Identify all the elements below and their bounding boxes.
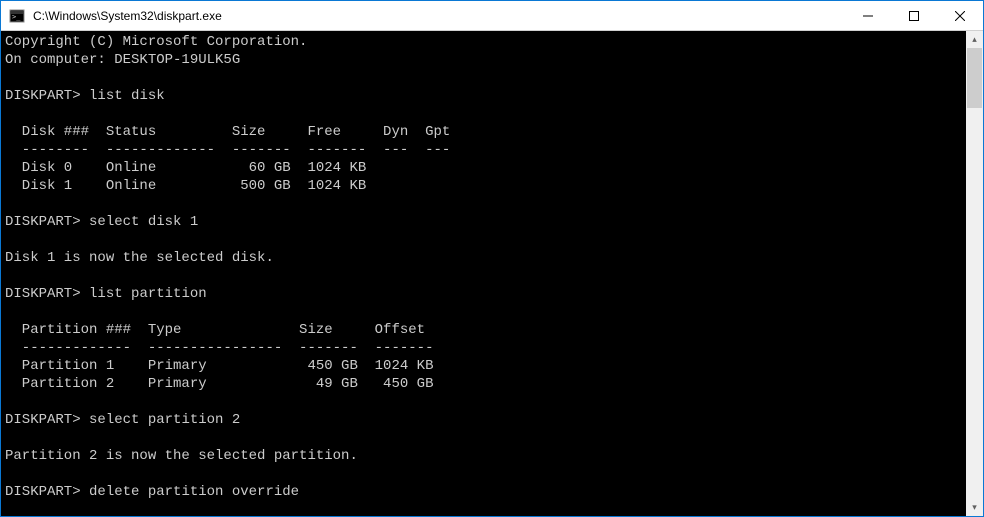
disk-table-divider: -------- ------------- ------- ------- -… bbox=[5, 142, 450, 158]
svg-text:>_: >_ bbox=[12, 13, 21, 21]
command-list-partition: list partition bbox=[89, 286, 207, 302]
window-title: C:\Windows\System32\diskpart.exe bbox=[31, 9, 845, 23]
msg-partition-selected: Partition 2 is now the selected partitio… bbox=[5, 448, 358, 464]
copyright-line: Copyright (C) Microsoft Corporation. bbox=[5, 34, 307, 50]
partition-table-row: Partition 1 Primary 450 GB 1024 KB bbox=[5, 358, 433, 374]
disk-table-row: Disk 1 Online 500 GB 1024 KB bbox=[5, 178, 366, 194]
command-delete-partition: delete partition override bbox=[89, 484, 299, 500]
window-controls bbox=[845, 1, 983, 30]
partition-table-divider: ------------- ---------------- ------- -… bbox=[5, 340, 433, 356]
command-select-disk: select disk 1 bbox=[89, 214, 198, 230]
scroll-up-arrow[interactable]: ▴ bbox=[966, 31, 983, 48]
command-select-partition: select partition 2 bbox=[89, 412, 240, 428]
prompt: DISKPART> bbox=[5, 412, 81, 428]
prompt: DISKPART> bbox=[5, 214, 81, 230]
scroll-down-arrow[interactable]: ▾ bbox=[966, 499, 983, 516]
close-button[interactable] bbox=[937, 1, 983, 30]
command-list-disk: list disk bbox=[89, 88, 165, 104]
scrollbar-thumb[interactable] bbox=[967, 48, 982, 108]
console-output[interactable]: Copyright (C) Microsoft Corporation. On … bbox=[1, 31, 966, 516]
window-titlebar: >_ C:\Windows\System32\diskpart.exe bbox=[1, 1, 983, 31]
prompt: DISKPART> bbox=[5, 286, 81, 302]
prompt: DISKPART> bbox=[5, 484, 81, 500]
app-icon: >_ bbox=[9, 8, 25, 24]
partition-table-header: Partition ### Type Size Offset bbox=[5, 322, 425, 338]
maximize-button[interactable] bbox=[891, 1, 937, 30]
msg-disk-selected: Disk 1 is now the selected disk. bbox=[5, 250, 274, 266]
prompt: DISKPART> bbox=[5, 88, 81, 104]
minimize-button[interactable] bbox=[845, 1, 891, 30]
scrollbar-track[interactable] bbox=[966, 48, 983, 499]
computer-line: On computer: DESKTOP-19ULK5G bbox=[5, 52, 240, 68]
disk-table-row: Disk 0 Online 60 GB 1024 KB bbox=[5, 160, 366, 176]
vertical-scrollbar[interactable]: ▴ ▾ bbox=[966, 31, 983, 516]
disk-table-header: Disk ### Status Size Free Dyn Gpt bbox=[5, 124, 450, 140]
console-container: Copyright (C) Microsoft Corporation. On … bbox=[1, 31, 983, 516]
partition-table-row: Partition 2 Primary 49 GB 450 GB bbox=[5, 376, 433, 392]
